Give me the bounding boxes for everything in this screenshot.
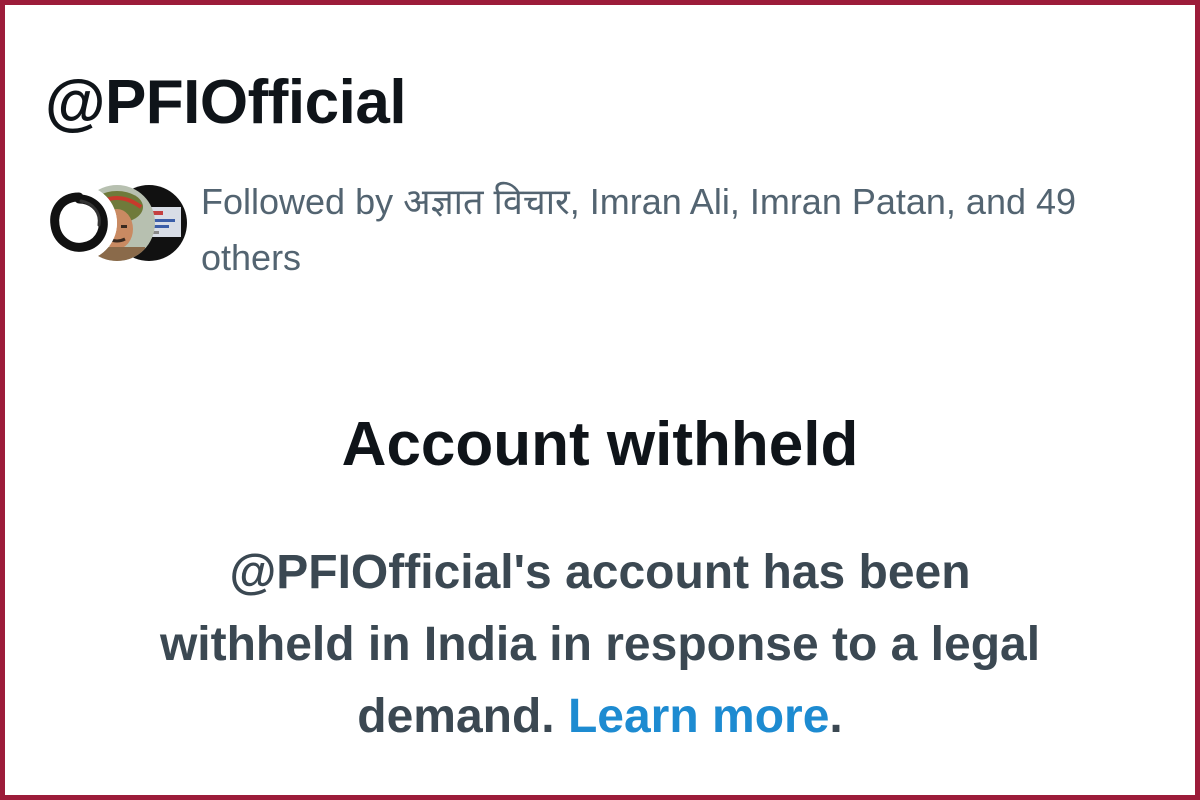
- profile-handle: @PFIOfficial: [45, 68, 407, 137]
- followed-by-text[interactable]: Followed by अज्ञात विचार, Imran Ali, Imr…: [201, 174, 1181, 286]
- withheld-message: @PFIOfficial's account has been withheld…: [135, 537, 1065, 753]
- brush-circle-avatar[interactable]: [41, 185, 117, 261]
- follower-avatars[interactable]: [41, 185, 191, 265]
- screenshot-frame: @PFIOfficial Followed by अज्ञात विचार, I…: [0, 0, 1200, 800]
- withheld-title: Account withheld: [341, 410, 859, 479]
- learn-more-link[interactable]: Learn more: [568, 690, 829, 743]
- trailing-period: .: [829, 690, 843, 743]
